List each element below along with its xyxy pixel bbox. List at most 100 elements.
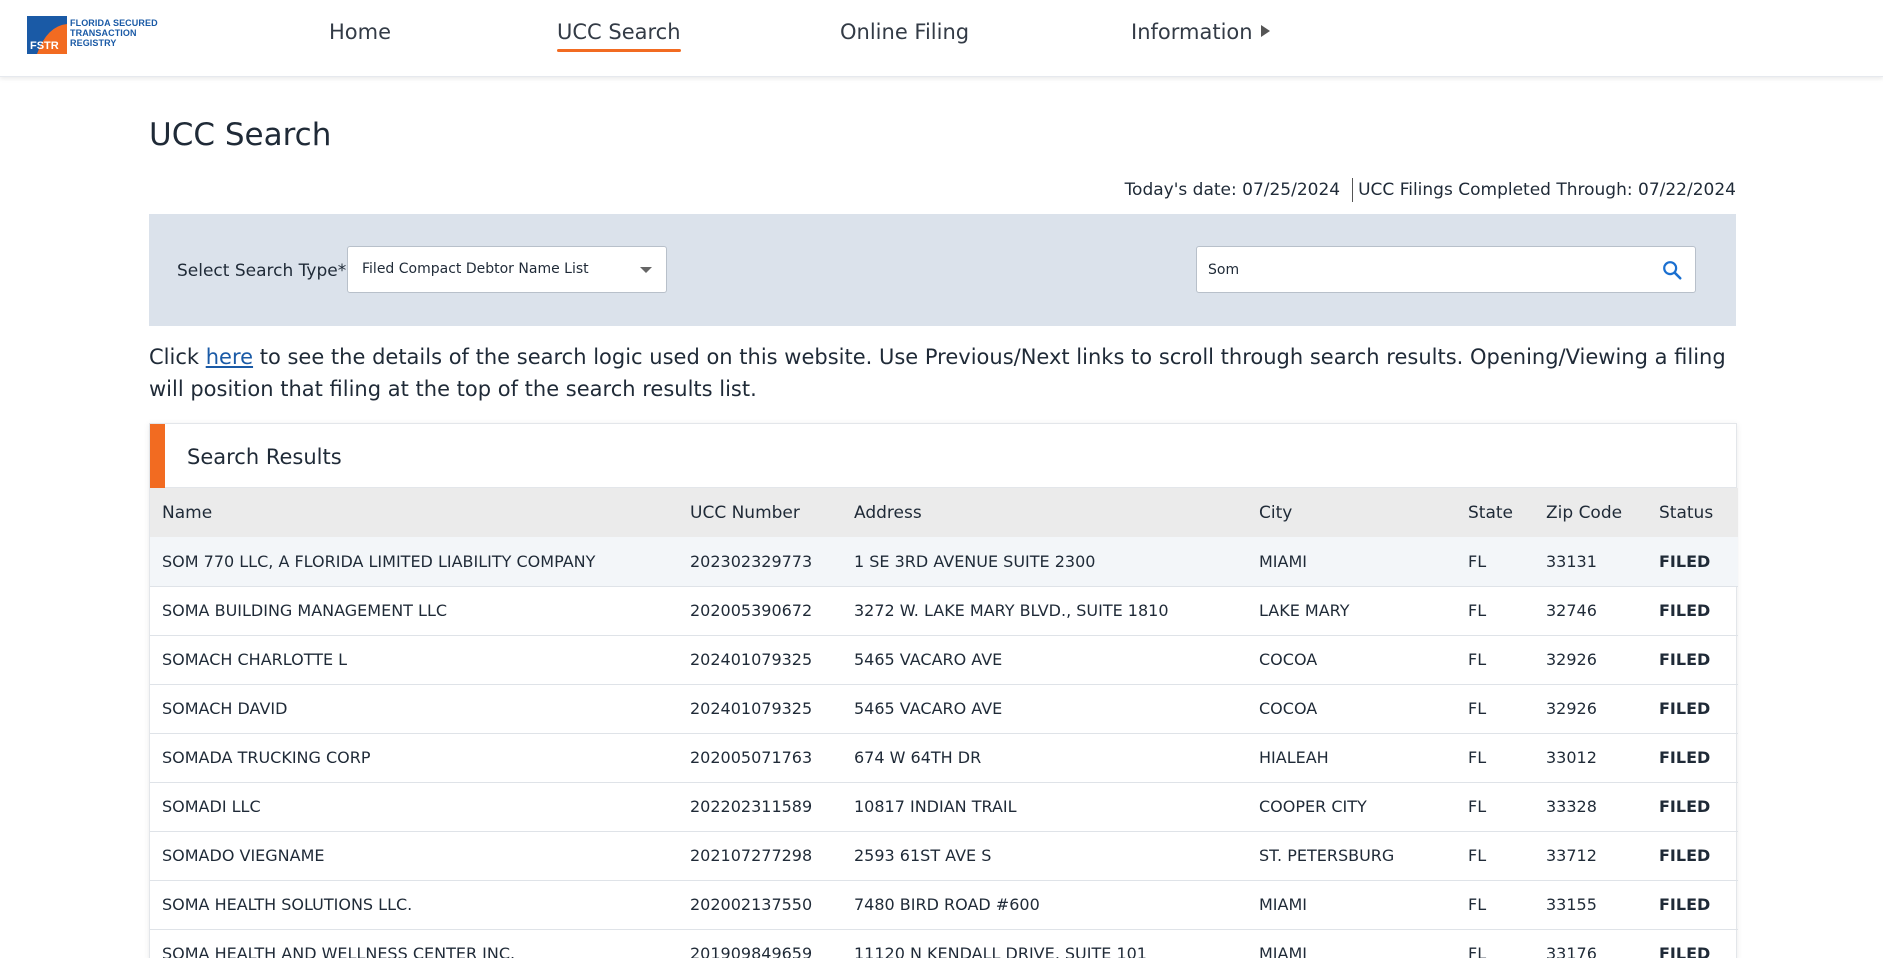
cell-address: 3272 W. LAKE MARY BLVD., SUITE 1810 [842, 586, 1247, 636]
cell-name: SOM 770 LLC, A FLORIDA LIMITED LIABILITY… [150, 537, 678, 587]
cell-city: COCOA [1247, 635, 1456, 685]
cell-ucc-number: 201909849659 [678, 929, 842, 958]
page-title: UCC Search [149, 117, 332, 153]
cell-zip-code: 33712 [1534, 831, 1647, 881]
results-body: SOM 770 LLC, A FLORIDA LIMITED LIABILITY… [150, 537, 1738, 958]
search-input[interactable] [1208, 255, 1648, 285]
cell-city: MIAMI [1247, 537, 1456, 587]
cell-name: SOMA HEALTH SOLUTIONS LLC. [150, 880, 678, 930]
table-row[interactable]: SOMACH CHARLOTTE L 202401079325 5465 VACAR… [150, 635, 1738, 685]
cell-status: FILED [1647, 782, 1738, 832]
cell-city: ST. PETERSBURG [1247, 831, 1456, 881]
cell-zip-code: 32926 [1534, 684, 1647, 734]
fstr-logo[interactable]: FSTR FLORIDA SECURED TRANSACTION REGISTR… [27, 16, 161, 56]
cell-ucc-number: 202302329773 [678, 537, 842, 587]
logo-line-2: TRANSACTION [70, 28, 137, 38]
table-row[interactable]: SOMADI LLC 202202311589 10817 INDIAN TRAIL… [150, 782, 1738, 832]
cell-state: FL [1456, 537, 1534, 587]
nav-information[interactable]: Information [1131, 20, 1270, 50]
cell-state: FL [1456, 782, 1534, 832]
column-header-name[interactable]: Name [150, 488, 678, 537]
nav-ucc-search[interactable]: UCC Search [557, 20, 681, 52]
cell-state: FL [1456, 733, 1534, 783]
info-suffix: to see the details of the search logic u… [149, 345, 1726, 401]
column-header-city[interactable]: City [1247, 488, 1456, 537]
search-type-value: Filed Compact Debtor Name List [362, 261, 589, 277]
cell-zip-code: 33012 [1534, 733, 1647, 783]
table-row[interactable]: SOM 770 LLC, A FLORIDA LIMITED LIABILITY… [150, 537, 1738, 587]
column-header-ucc-number[interactable]: UCC Number [678, 488, 842, 537]
nav-information-label: Information [1131, 20, 1253, 44]
table-row[interactable]: SOMACH DAVID 202401079325 5465 VACARO AVE C… [150, 684, 1738, 734]
table-header-row: Name UCC Number Address City State Zip C… [150, 488, 1738, 537]
table-row[interactable]: SOMA BUILDING MANAGEMENT LLC 202005390672… [150, 586, 1738, 636]
chevron-down-icon [640, 267, 652, 273]
cell-zip-code: 32926 [1534, 635, 1647, 685]
cell-status: FILED [1647, 831, 1738, 881]
cell-city: MIAMI [1247, 929, 1456, 958]
cell-city: MIAMI [1247, 880, 1456, 930]
cell-address: 1 SE 3RD AVENUE SUITE 2300 [842, 537, 1247, 587]
active-nav-underline [557, 49, 681, 52]
cell-name: SOMACH DAVID [150, 684, 678, 734]
table-row[interactable]: SOMADO VIEGNAME 202107277298 2593 61ST AVE… [150, 831, 1738, 881]
search-field [1196, 246, 1696, 293]
cell-zip-code: 33131 [1534, 537, 1647, 587]
table-row[interactable]: SOMADA TRUCKING CORP 202005071763 674 W 64… [150, 733, 1738, 783]
info-prefix: Click [149, 345, 206, 369]
search-icon[interactable] [1661, 259, 1683, 281]
cell-address: 10817 INDIAN TRAIL [842, 782, 1247, 832]
column-header-zip-code[interactable]: Zip Code [1534, 488, 1647, 537]
cell-city: LAKE MARY [1247, 586, 1456, 636]
cell-city: HIALEAH [1247, 733, 1456, 783]
logo-line-1: FLORIDA SECURED [70, 18, 158, 28]
cell-city: COOPER CITY [1247, 782, 1456, 832]
cell-status: FILED [1647, 586, 1738, 636]
cell-address: 5465 VACARO AVE [842, 684, 1247, 734]
cell-zip-code: 32746 [1534, 586, 1647, 636]
cell-ucc-number: 202005071763 [678, 733, 842, 783]
cell-status: FILED [1647, 880, 1738, 930]
cell-ucc-number: 202401079325 [678, 635, 842, 685]
cell-address: 7480 BIRD ROAD #600 [842, 880, 1247, 930]
cell-city: COCOA [1247, 684, 1456, 734]
cell-name: SOMACH CHARLOTTE L [150, 635, 678, 685]
cell-state: FL [1456, 929, 1534, 958]
date-info: Today's date: 07/25/2024 UCC Filings Com… [1125, 178, 1736, 202]
cell-state: FL [1456, 684, 1534, 734]
cell-address: 2593 61ST AVE S [842, 831, 1247, 881]
column-header-status[interactable]: Status [1647, 488, 1738, 537]
cell-state: FL [1456, 831, 1534, 881]
cell-state: FL [1456, 586, 1534, 636]
search-results-card: Search Results Name UCC Number Address C… [149, 423, 1738, 958]
search-type-select[interactable]: Filed Compact Debtor Name List [347, 246, 667, 293]
table-row[interactable]: SOMA HEALTH AND WELLNESS CENTER INC. 2019… [150, 929, 1738, 958]
cell-ucc-number: 202401079325 [678, 684, 842, 734]
nav-home[interactable]: Home [329, 20, 391, 50]
site-header: FSTR FLORIDA SECURED TRANSACTION REGISTR… [0, 0, 1883, 77]
results-accent-bar [150, 424, 165, 488]
cell-address: 5465 VACARO AVE [842, 635, 1247, 685]
cell-zip-code: 33176 [1534, 929, 1647, 958]
cell-status: FILED [1647, 635, 1738, 685]
nav-online-filing[interactable]: Online Filing [840, 20, 969, 50]
cell-ucc-number: 202005390672 [678, 586, 842, 636]
search-logic-info: Click here to see the details of the sea… [149, 341, 1749, 405]
cell-state: FL [1456, 880, 1534, 930]
column-header-state[interactable]: State [1456, 488, 1534, 537]
cell-address: 674 W 64TH DR [842, 733, 1247, 783]
table-row[interactable]: SOMA HEALTH SOLUTIONS LLC. 202002137550 74… [150, 880, 1738, 930]
filings-completed-date: UCC Filings Completed Through: 07/22/202… [1358, 180, 1736, 200]
search-logic-link[interactable]: here [206, 345, 253, 369]
cell-state: FL [1456, 635, 1534, 685]
column-header-address[interactable]: Address [842, 488, 1247, 537]
logo-line-3: REGISTRY [70, 38, 117, 48]
cell-ucc-number: 202202311589 [678, 782, 842, 832]
search-type-label: Select Search Type* [177, 261, 347, 281]
cell-name: SOMADI LLC [150, 782, 678, 832]
cell-zip-code: 33155 [1534, 880, 1647, 930]
cell-address: 11120 N KENDALL DRIVE, SUITE 101 [842, 929, 1247, 958]
caret-right-icon [1260, 25, 1270, 37]
results-table: Name UCC Number Address City State Zip C… [150, 488, 1738, 958]
cell-name: SOMA BUILDING MANAGEMENT LLC [150, 586, 678, 636]
